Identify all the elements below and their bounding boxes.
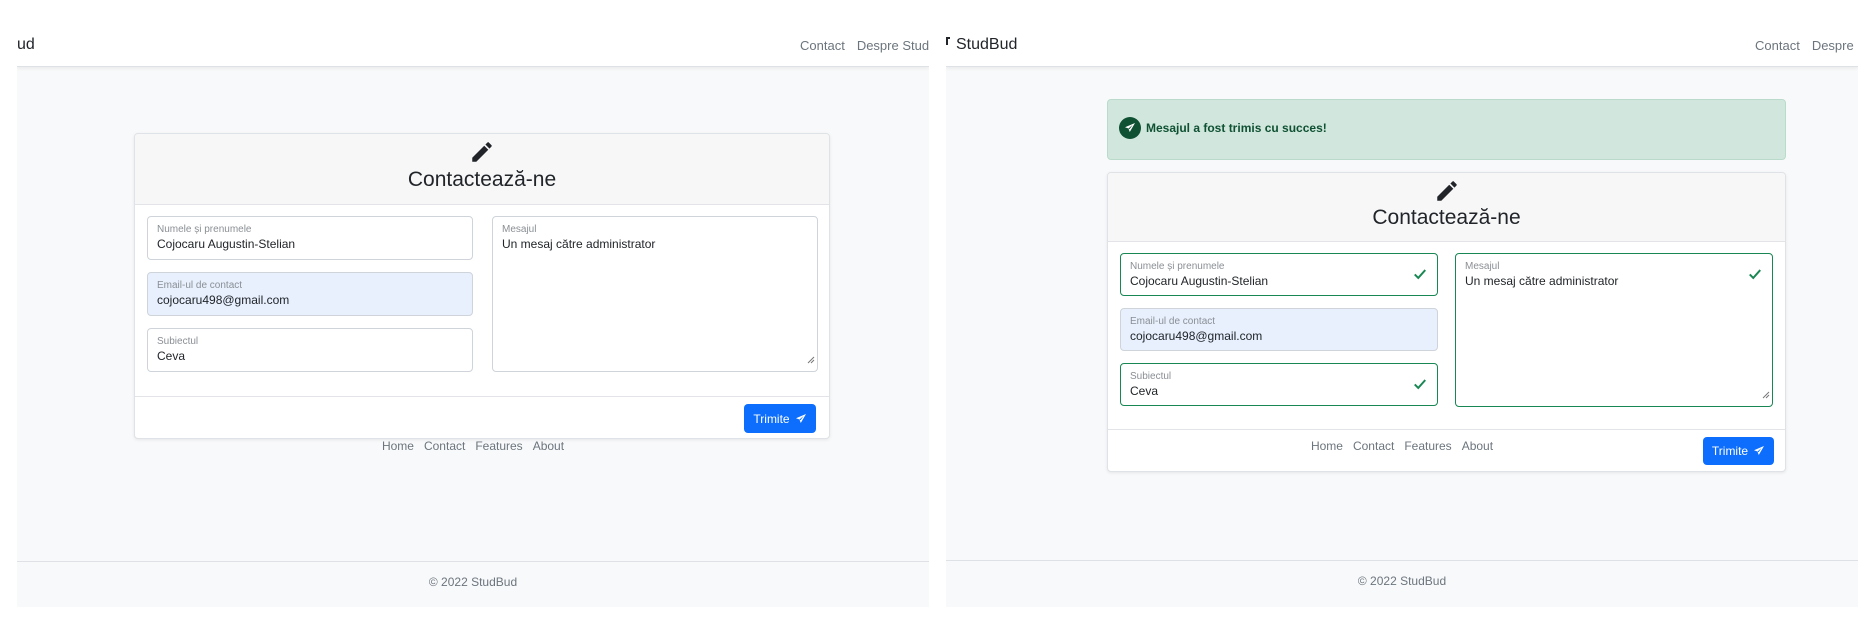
contact-card: Contactează-ne Numele și prenumele Cojoc… [1107,172,1786,472]
message-value: Un mesaj către administrator [1465,274,1619,288]
page-title: Contactează-ne [407,168,557,191]
contact-card: Contactează-ne Numele și prenumele Cojoc… [134,133,830,439]
pencil-icon [1434,178,1460,209]
subject-value: Ceva [157,349,186,363]
check-icon [1413,267,1427,286]
footer-divider [946,560,1858,561]
submit-button[interactable]: Trimite [744,404,816,433]
telegram-icon [1119,117,1141,139]
submit-label: Trimite [753,411,790,426]
copyright: © 2022 StudBud [428,575,518,589]
footer-divider [17,561,929,562]
message-label: Mesajul [1465,261,1500,272]
success-alert: Mesajul a fost trimis cu succes! [1107,99,1786,160]
email-field[interactable]: Email-ul de contact cojocaru498@gmail.co… [1120,308,1438,351]
subject-value: Ceva [1130,384,1159,398]
subject-label: Subiectul [157,336,199,347]
pencil-icon [469,139,495,170]
email-value: cojocaru498@gmail.com [1130,329,1263,343]
email-field[interactable]: Email-ul de contact cojocaru498@gmail.co… [147,272,473,316]
resize-handle-icon[interactable] [1762,386,1770,404]
footer-link-about[interactable]: About [1462,439,1493,453]
footer-nav: Home Contact Features About [946,439,1858,453]
navbar-links: Contact Despre StudBu [800,38,929,53]
footer-link-contact[interactable]: Contact [424,439,465,453]
footer-link-home[interactable]: Home [1311,439,1343,453]
subject-field[interactable]: Subiectul Ceva [1120,363,1438,406]
email-label: Email-ul de contact [1130,316,1216,327]
name-label: Numele și prenumele [1130,261,1225,272]
screenshot-before-submit: ud Contact Despre StudBu Contactează-ne N… [17,27,929,607]
footer-link-contact[interactable]: Contact [1353,439,1394,453]
nav-link-contact[interactable]: Contact [1755,38,1800,53]
footer-link-features[interactable]: Features [1404,439,1451,453]
card-header: Contactează-ne [135,134,829,205]
message-textarea[interactable]: Mesajul Un mesaj către administrator [1455,253,1773,407]
paper-plane-icon [795,413,806,423]
subject-field[interactable]: Subiectul Ceva [147,328,473,372]
check-icon [1748,267,1762,286]
footer-nav: Home Contact Features About [17,439,929,453]
navbar: StudBud Contact Despre St [946,27,1858,67]
name-field[interactable]: Numele și prenumele Cojocaru Augustin-St… [1120,253,1438,296]
subject-label: Subiectul [1130,371,1172,382]
nav-link-about[interactable]: Despre StudBu [857,38,929,53]
email-label: Email-ul de contact [157,280,243,291]
check-icon [1413,377,1427,396]
brand-logo-icon [946,37,950,45]
card-footer: Trimite [135,396,829,438]
email-value: cojocaru498@gmail.com [157,293,290,307]
name-field[interactable]: Numele și prenumele Cojocaru Augustin-St… [147,216,473,260]
screenshot-after-submit: StudBud Contact Despre St Mesajul a fost … [946,27,1858,607]
message-label: Mesajul [502,224,537,235]
navbar-links: Contact Despre St [1755,38,1858,53]
footer-link-features[interactable]: Features [475,439,522,453]
nav-link-about[interactable]: Despre St [1812,38,1858,53]
page-title: Contactează-ne [1372,206,1521,229]
copyright: © 2022 StudBud [1357,574,1447,588]
name-label: Numele și prenumele [157,224,252,235]
nav-link-contact[interactable]: Contact [800,38,845,53]
name-value: Cojocaru Augustin-Stelian [157,237,296,251]
card-header: Contactează-ne [1108,173,1785,242]
message-value: Un mesaj către administrator [502,237,656,251]
navbar-brand[interactable]: StudBud [956,36,1017,54]
message-textarea[interactable]: Mesajul Un mesaj către administrator [492,216,818,372]
alert-text: Mesajul a fost trimis cu succes! [1146,121,1327,135]
navbar: ud Contact Despre StudBu [17,27,929,67]
name-value: Cojocaru Augustin-Stelian [1130,274,1269,288]
footer-link-home[interactable]: Home [382,439,414,453]
navbar-brand[interactable]: ud [17,36,35,54]
footer-link-about[interactable]: About [533,439,564,453]
resize-handle-icon[interactable] [807,351,815,369]
